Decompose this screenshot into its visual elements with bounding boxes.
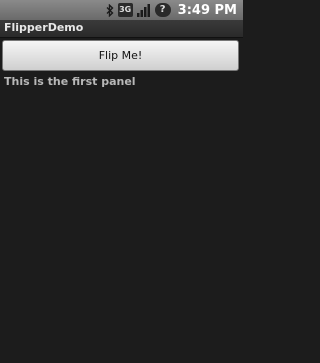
app-title: FlipperDemo [4,21,84,34]
signal-icon [136,2,151,18]
status-clock: 3:49 PM [177,2,237,18]
app-title-bar: FlipperDemo [0,20,243,38]
network-3g-icon: 3G [117,3,133,17]
flip-me-button[interactable]: Flip Me! [2,40,239,71]
battery-icon: ? [154,3,171,17]
panel-text: This is the first panel [4,75,136,88]
status-bar: 3G ? 3:49 PM [0,0,243,20]
bluetooth-icon [106,2,114,18]
